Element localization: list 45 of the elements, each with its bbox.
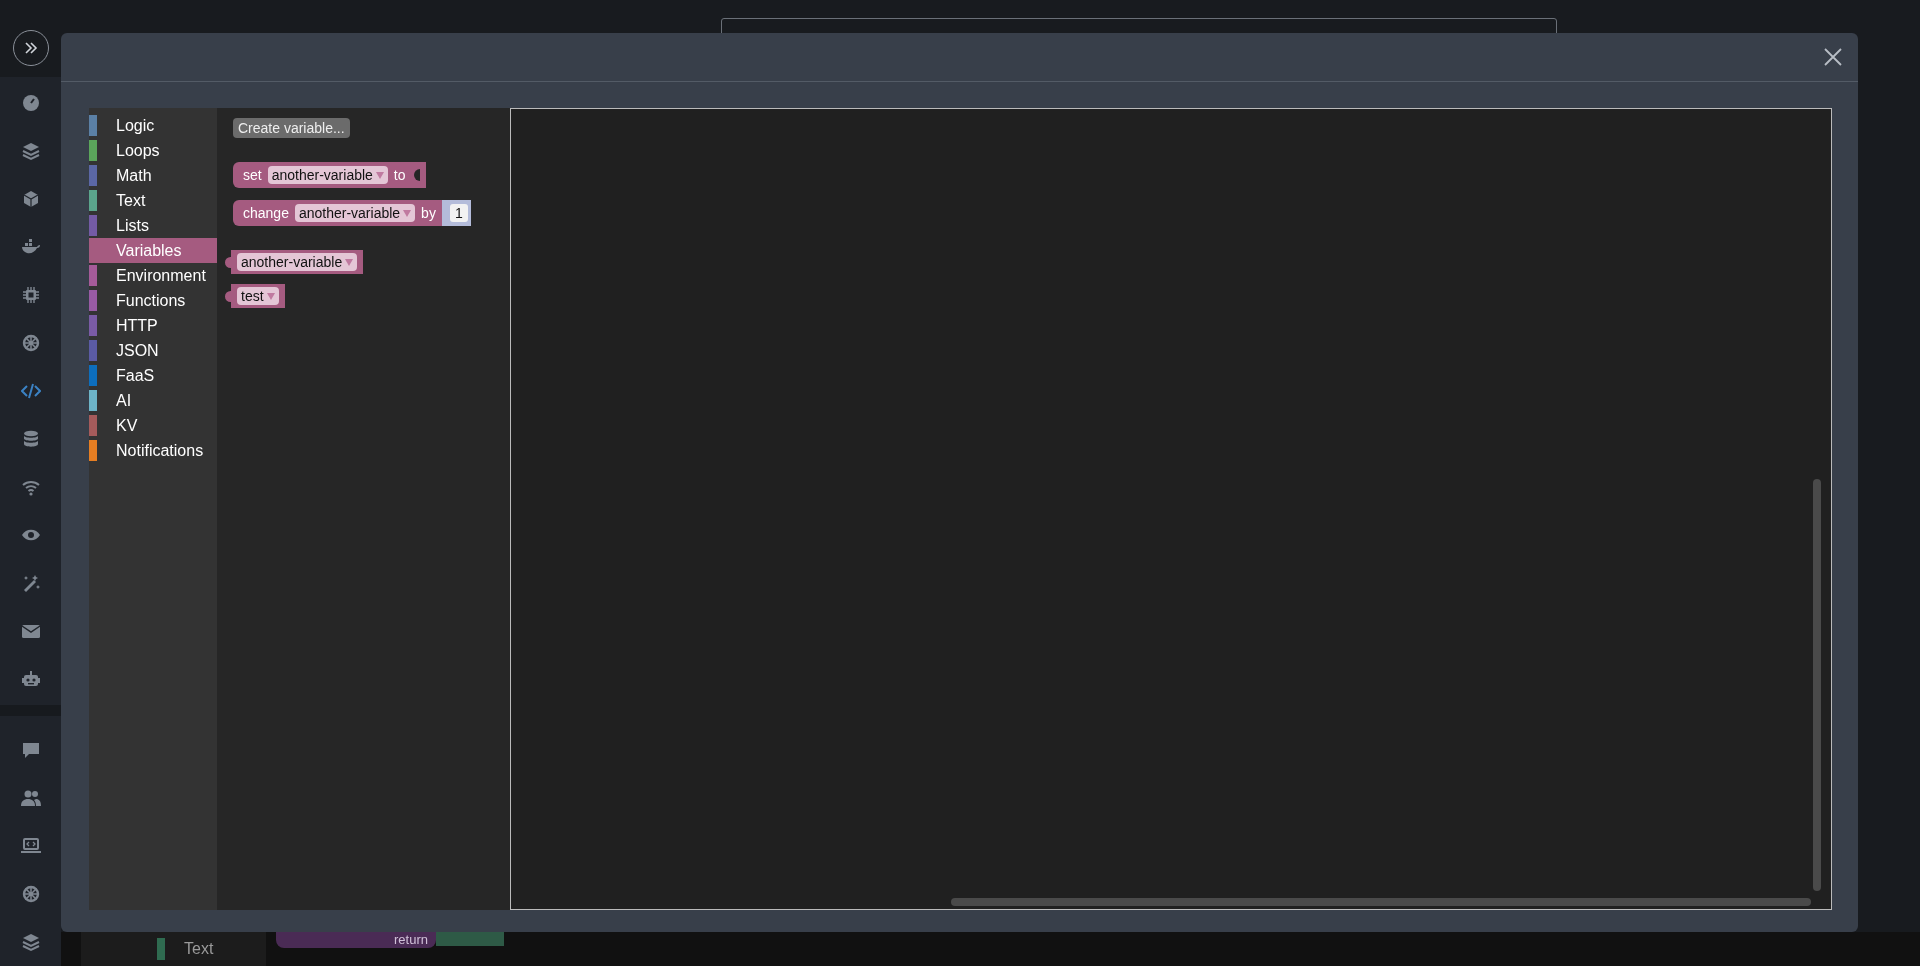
category-item[interactable]: FaaS: [89, 363, 217, 388]
category-item[interactable]: Math: [89, 163, 217, 188]
layers-icon[interactable]: [20, 932, 41, 952]
value-block: [436, 932, 504, 946]
category-item[interactable]: Text: [89, 188, 217, 213]
variable-dropdown[interactable]: another-variable: [294, 204, 416, 222]
number-field[interactable]: 1: [449, 204, 468, 222]
create-variable-button[interactable]: Create variable...: [233, 118, 350, 138]
robot-icon[interactable]: [20, 668, 41, 689]
category-item[interactable]: Lists: [89, 213, 217, 238]
dropdown-arrow-icon: [375, 171, 384, 179]
change-variable-block[interactable]: change another-variable by 1: [233, 200, 471, 226]
category-item[interactable]: Variables: [89, 238, 217, 263]
chip-icon[interactable]: [20, 284, 41, 305]
wheel-icon[interactable]: [20, 884, 41, 904]
layers-icon[interactable]: [20, 140, 41, 161]
variable-dropdown[interactable]: another-variable: [267, 166, 388, 184]
set-variable-block[interactable]: set another-variable to: [233, 162, 426, 188]
category-item[interactable]: Loops: [89, 138, 217, 163]
category-item[interactable]: Functions: [89, 288, 217, 313]
category-item[interactable]: HTTP: [89, 313, 217, 338]
output-tab: [225, 290, 231, 302]
output-tab: [225, 256, 231, 268]
category-item[interactable]: Logic: [89, 113, 217, 138]
horizontal-scrollbar[interactable]: [951, 898, 1811, 906]
category-item[interactable]: JSON: [89, 338, 217, 363]
wheel-icon[interactable]: [20, 332, 41, 353]
close-icon[interactable]: [1822, 46, 1844, 68]
category-item[interactable]: KV: [89, 413, 217, 438]
category-item[interactable]: Environment: [89, 263, 217, 288]
gauge-icon[interactable]: [20, 92, 41, 113]
double-chevron-icon: [23, 41, 38, 55]
category-item[interactable]: AI: [89, 388, 217, 413]
return-block: return: [276, 932, 436, 948]
chat-icon[interactable]: [20, 740, 41, 760]
laptop-icon[interactable]: [20, 836, 41, 856]
input-notch: [413, 169, 420, 181]
dropdown-arrow-icon: [266, 292, 275, 300]
vertical-scrollbar[interactable]: [1813, 479, 1821, 891]
dropdown-arrow-icon: [403, 209, 412, 217]
variable-dropdown[interactable]: another-variable: [237, 253, 358, 271]
category-item[interactable]: Notifications: [89, 438, 217, 463]
dropdown-arrow-icon: [345, 258, 354, 266]
users-icon[interactable]: [20, 788, 41, 808]
variable-dropdown[interactable]: test: [237, 287, 279, 305]
